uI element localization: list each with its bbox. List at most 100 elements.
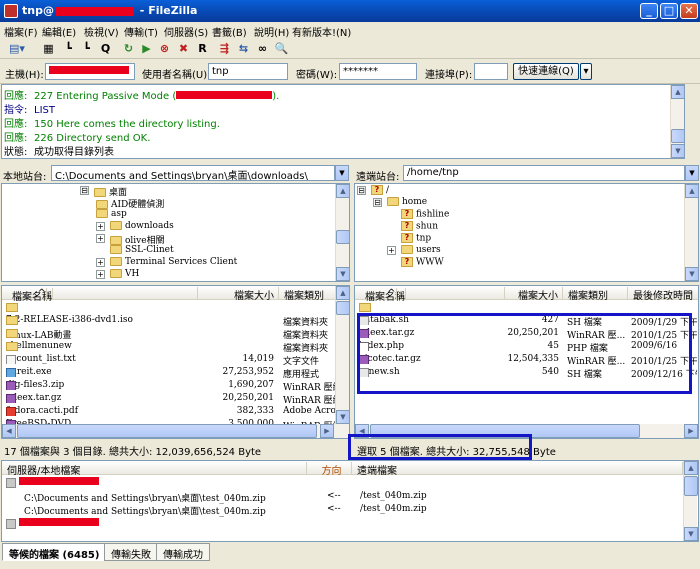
tree-item[interactable]: ⊟? / <box>357 185 389 197</box>
scroll-up-icon[interactable]: ▲ <box>685 184 698 198</box>
tree-item[interactable]: ? shun <box>401 221 438 233</box>
process-queue-icon[interactable]: ▶ <box>138 40 155 57</box>
tree-item[interactable]: ? WWW <box>401 257 444 269</box>
scroll-right-icon[interactable]: ▶ <box>684 424 698 438</box>
queue-server-row[interactable] <box>6 518 99 530</box>
menu-help[interactable]: 說明(H) <box>254 24 289 39</box>
column-header-size[interactable]: 檔案大小 <box>198 287 279 302</box>
maximize-button[interactable]: □ <box>660 3 678 19</box>
column-header-remote[interactable]: 遠端檔案 <box>352 462 683 477</box>
tree-item[interactable]: + Terminal Services Client <box>96 257 237 269</box>
scroll-thumb[interactable] <box>336 301 349 315</box>
queue-server-row[interactable] <box>6 477 99 489</box>
scroll-thumb[interactable] <box>671 129 685 143</box>
host-input[interactable] <box>45 63 135 80</box>
reconnect-icon[interactable]: R <box>194 40 211 57</box>
tree-item[interactable]: ⊟ home <box>373 197 427 209</box>
refresh-icon[interactable]: ↻ <box>120 40 137 57</box>
column-header-name[interactable]: 檔案名稱 ^ <box>355 287 505 303</box>
file-row[interactable]: shellmenunew 檔案資料夾 <box>2 340 335 354</box>
tree-item[interactable]: asp <box>96 209 127 221</box>
quickconnect-button[interactable]: 快速連線(Q) <box>513 63 579 80</box>
column-header-local[interactable]: 伺服器/本地檔案 <box>2 462 307 477</box>
site-manager-icon[interactable]: ▤▾ <box>4 40 30 57</box>
port-input[interactable] <box>474 63 508 80</box>
scroll-down-icon[interactable]: ▼ <box>336 410 349 424</box>
menu-bookmarks[interactable]: 書籤(B) <box>212 24 247 39</box>
menu-transfer[interactable]: 傳輸(T) <box>124 24 158 39</box>
minimize-button[interactable]: _ <box>640 3 658 19</box>
scroll-left-icon[interactable]: ◀ <box>2 424 16 438</box>
search-icon[interactable]: 🔍 <box>273 40 290 57</box>
scroll-down-icon[interactable]: ▼ <box>684 527 698 541</box>
tree-item[interactable]: ? tnp <box>401 233 431 245</box>
sync-browse-icon[interactable]: ∞ <box>254 40 271 57</box>
filter-icon[interactable]: ⇶ <box>216 40 233 57</box>
cancel-icon[interactable]: ⊗ <box>156 40 173 57</box>
column-header-name[interactable]: 檔案名稱 ^ <box>2 287 198 303</box>
column-header-type[interactable]: 檔案類別 <box>279 287 339 302</box>
menu-edit[interactable]: 編輯(E) <box>42 24 76 39</box>
menu-view[interactable]: 檢視(V) <box>84 24 119 39</box>
file-row[interactable]: Linux-LAB動畫 檔案資料夾 <box>2 327 335 341</box>
tab-successful-transfers[interactable]: 傳輸成功 <box>156 543 210 561</box>
file-row[interactable]: dig-files3.zip 1,690,207 WinRAR 壓縮 <box>2 379 337 393</box>
scroll-up-icon[interactable]: ▲ <box>684 461 698 475</box>
toggle-queue-icon[interactable]: Q <box>97 40 114 57</box>
tree-item[interactable]: + users <box>387 245 441 257</box>
scroll-down-icon[interactable]: ▼ <box>336 267 349 281</box>
scroll-thumb[interactable] <box>336 230 349 244</box>
column-header-type[interactable]: 檔案類別 <box>563 287 628 302</box>
tree-item[interactable]: + olive相關 <box>96 233 165 246</box>
tree-item[interactable]: ? fishline <box>401 209 449 221</box>
file-row[interactable]: cureit.exe 27,253,952 應用程式 <box>2 366 335 380</box>
scroll-up-icon[interactable]: ▲ <box>336 184 349 198</box>
scroll-right-icon[interactable]: ▶ <box>320 424 334 438</box>
tree-item[interactable]: SSL-Clinet <box>96 245 174 257</box>
local-tree-scrollbar[interactable]: ▲ ▼ <box>335 184 349 281</box>
toggle-log-icon[interactable]: ▦ <box>40 40 57 57</box>
toggle-remote-tree-icon[interactable]: ┗ <box>78 40 95 57</box>
scroll-down-icon[interactable]: ▼ <box>671 144 685 158</box>
toggle-local-tree-icon[interactable]: ┗ <box>60 40 77 57</box>
remote-path-input[interactable]: /home/tnp <box>403 165 685 181</box>
password-input[interactable]: ******* <box>339 63 417 80</box>
tree-item[interactable]: + downloads <box>96 221 174 233</box>
column-header-size[interactable]: 檔案大小 <box>505 287 563 302</box>
local-list-hscroll[interactable]: ◀ ▶ <box>2 424 349 438</box>
file-row[interactable]: 7.2-RELEASE-i386-dvd1.iso 檔案資料夾 <box>2 314 335 328</box>
queue-scrollbar[interactable]: ▲ ▼ <box>683 461 698 541</box>
chevron-down-icon[interactable]: ▼ <box>685 165 699 181</box>
file-row[interactable]: edeex.tar.gz 20,250,201 WinRAR 壓縮 <box>2 392 337 406</box>
log-scrollbar[interactable]: ▲ ▼ <box>670 85 685 158</box>
menu-new-version[interactable]: 有新版本!(N) <box>292 24 351 39</box>
local-path-input[interactable]: C:\Documents and Settings\bryan\桌面\downl… <box>51 165 335 181</box>
quickconnect-dropdown[interactable]: ▾ <box>580 63 592 80</box>
tree-item[interactable]: AID硬體偵測 <box>96 197 164 210</box>
scroll-thumb[interactable] <box>17 424 317 438</box>
queue-row[interactable]: C:\Documents and Settings\bryan\桌面\test_… <box>24 491 266 504</box>
tab-queued-files[interactable]: 等候的檔案 (6485) <box>2 543 107 561</box>
file-row[interactable]: account_list.txt 14,019 文字文件 <box>2 353 335 367</box>
file-row[interactable]: fedora.cacti.pdf 382,333 Adobe Acroba <box>2 405 337 418</box>
scroll-down-icon[interactable]: ▼ <box>685 267 698 281</box>
disconnect-icon[interactable]: ✖ <box>175 40 192 57</box>
tree-item[interactable]: ⊟ 桌面 <box>80 185 127 198</box>
menu-server[interactable]: 伺服器(S) <box>164 24 208 39</box>
remote-tree-scrollbar[interactable]: ▲ ▼ <box>684 184 698 281</box>
scroll-up-icon[interactable]: ▲ <box>336 286 349 300</box>
local-list-vscroll[interactable]: ▲ ▼ <box>335 286 349 424</box>
scroll-up-icon[interactable]: ▲ <box>671 85 685 99</box>
chevron-down-icon[interactable]: ▼ <box>335 165 349 181</box>
file-row[interactable]: .. <box>2 301 335 314</box>
close-button[interactable]: ✕ <box>680 3 698 19</box>
column-header-modified[interactable]: 最後修改時間 <box>628 287 698 302</box>
tab-failed-transfers[interactable]: 傳輸失敗 <box>104 543 158 561</box>
tree-item[interactable]: + VH <box>96 269 139 281</box>
scroll-thumb[interactable] <box>684 476 698 496</box>
user-input[interactable]: tnp <box>208 63 288 80</box>
menu-file[interactable]: 檔案(F) <box>4 24 38 39</box>
column-header-direction[interactable]: 方向 <box>307 462 352 477</box>
queue-row[interactable]: C:\Documents and Settings\bryan\桌面\test_… <box>24 504 266 517</box>
compare-icon[interactable]: ⇆ <box>235 40 252 57</box>
